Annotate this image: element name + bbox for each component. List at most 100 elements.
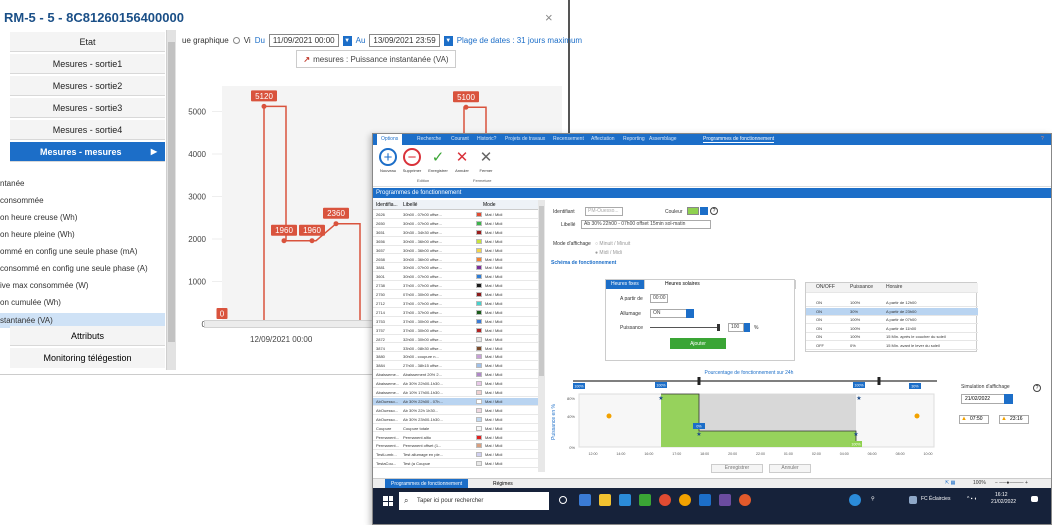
app-icon[interactable]: [849, 494, 861, 506]
attributs-button[interactable]: Attributs: [10, 326, 165, 346]
mode-option-radio[interactable]: ○ Minuit / Minuit: [595, 241, 630, 247]
table-row[interactable]: Abaisseme... Abaissement 20% 2... Mat / Mi…: [373, 371, 545, 380]
grid-scrollbar[interactable]: [538, 200, 545, 472]
date-to-input[interactable]: 13/09/2021 23:59: [369, 34, 440, 47]
table-row[interactable]: 3601 30h00 - 07h00 offse... Mat / Midi: [373, 273, 545, 282]
table-row[interactable]: 3753 37h00 - 30h00 offse... Mat / Midi: [373, 318, 545, 326]
table-column-header[interactable]: Horaire: [886, 284, 902, 290]
chart-legend[interactable]: ↗ mesures : Puissance instantanée (VA): [296, 50, 456, 68]
star-icon[interactable]: ★: [856, 395, 861, 402]
ribbon-tab[interactable]: Reporting: [623, 136, 645, 142]
measure-item[interactable]: on heure pleine (Wh): [0, 230, 75, 239]
ribbon-tab[interactable]: Projets de travaux: [505, 136, 545, 142]
grid-column-header[interactable]: Mode: [483, 202, 496, 208]
table-row[interactable]: Abaisseme... Ab 10% 17h00-1h30... Mat / Mi…: [373, 389, 545, 397]
calendar-dropdown-icon[interactable]: [1004, 394, 1013, 404]
enregistrer-button[interactable]: ✓ Enregistrer: [427, 148, 449, 174]
table-row[interactable]: Abaisseme... Ab 30% 22h00-1h30... Mat / Mi…: [373, 380, 545, 388]
table-row[interactable]: AbOuesso... Ab 30% 22h00 - 07h... Mat / Mi…: [373, 397, 545, 406]
tab-heures-solaires[interactable]: Heures solaires: [660, 280, 796, 289]
app-icon[interactable]: [679, 494, 691, 506]
status-icons[interactable]: ⇱ ▦: [945, 480, 955, 486]
close-icon[interactable]: ×: [545, 10, 553, 25]
slider-handle[interactable]: [697, 377, 701, 385]
table-row[interactable]: 3657 30h00 - 36h00 offse... Mat / Midi: [373, 247, 545, 255]
slider-handle[interactable]: [717, 324, 720, 331]
weather-icon[interactable]: [909, 496, 917, 504]
menu-sortie2-button[interactable]: Mesures - sortie2: [10, 76, 165, 96]
ribbon-tab[interactable]: Courant: [451, 136, 469, 142]
simulation-date-input[interactable]: 21/02/2022: [961, 394, 1013, 404]
chevron-down-icon[interactable]: [686, 309, 694, 318]
table-row[interactable]: 3757 37h00 - 30h00 offse... Mat / Midi: [373, 327, 545, 335]
calendar-dropdown-icon[interactable]: ▼: [443, 35, 453, 46]
windows-start-icon[interactable]: [383, 496, 393, 506]
slider-handle[interactable]: [877, 377, 881, 385]
app-icon[interactable]: [719, 494, 731, 506]
scrollbar-thumb[interactable]: [539, 206, 544, 376]
apartir-input[interactable]: 00:00: [650, 294, 668, 303]
taskbar-search[interactable]: ⌕ Taper ici pour rechercher: [399, 492, 549, 510]
table-row[interactable]: 2714 37h00 - 37h00 offse... Mat / Midi: [373, 309, 545, 317]
radio-icon[interactable]: [232, 37, 240, 44]
color-swatch[interactable]: [687, 207, 699, 215]
help-icon[interactable]: ?: [710, 207, 718, 215]
mode-option-radio-selected[interactable]: ● Midi / Midi: [595, 250, 622, 256]
table-row[interactable]: Permanent... Permanent allto Mat / Midi: [373, 434, 545, 442]
help-icon[interactable]: ?: [1041, 136, 1044, 142]
nouveau-button[interactable]: + Nouveau: [377, 148, 399, 173]
libelle-input[interactable]: Ab 30% 22h00 - 07h00 offset 15min sol-ma…: [581, 220, 711, 229]
table-row[interactable]: ON 100% 15 Min. après le coucher du soleil: [806, 333, 978, 342]
table-row[interactable]: 3880 30h00 - coupure n... Mat / Midi: [373, 353, 545, 362]
table-row[interactable]: TestaCou... Test (a Coupue Mat / Midi: [373, 460, 545, 469]
app-icon[interactable]: [639, 494, 651, 506]
color-dropdown-icon[interactable]: [700, 207, 708, 215]
table-row[interactable]: AbOuesso... Ab 30% 22h 1h30... Mat / Midi: [373, 407, 545, 415]
table-row[interactable]: 3881 30h00 - 07h00 offse... Mat / Midi: [373, 264, 545, 273]
ribbon-tab[interactable]: Assemblage: [649, 136, 677, 142]
date-from-input[interactable]: 11/09/2021 00:00: [268, 34, 339, 47]
table-row[interactable]: ON 30% A partir de 23h00: [806, 307, 978, 316]
table-row[interactable]: 3874 33h00 - 08h30 offse... Mat / Midi: [373, 345, 545, 353]
puissance-input[interactable]: 100: [728, 323, 744, 332]
measure-item[interactable]: ommé en config une seule phase (mA): [0, 247, 137, 256]
table-row[interactable]: 2658 30h00 - 36h00 offse... Mat / Midi: [373, 256, 545, 264]
app-icon[interactable]: [699, 494, 711, 506]
menu-sortie3-button[interactable]: Mesures - sortie3: [10, 98, 165, 118]
table-row[interactable]: 3656 30h00 - 36h00 offse... Mat / Midi: [373, 238, 545, 246]
task-view-icon[interactable]: [559, 496, 567, 504]
ribbon-tab[interactable]: Historic?: [477, 136, 496, 142]
allumage-select[interactable]: ON: [650, 309, 690, 318]
measure-item[interactable]: on heure creuse (Wh): [0, 213, 77, 222]
table-row[interactable]: 2712 37h00 - 07h00 offse... Mat / Midi: [373, 300, 545, 308]
notification-icon[interactable]: [1031, 496, 1038, 502]
puissance-slider[interactable]: [650, 324, 720, 331]
side-scrollbar[interactable]: [166, 30, 176, 370]
table-row[interactable]: 2650 30h00 - 07h00 offse... Mat / Midi: [373, 220, 545, 228]
menu-sortie4-button[interactable]: Mesures - sortie4: [10, 120, 165, 140]
zoom-slider[interactable]: − ──●──── +: [995, 480, 1028, 486]
table-row[interactable]: 2626 30h00 - 07h00 offse... Mat / Midi: [373, 211, 545, 219]
help-icon[interactable]: ?: [1033, 384, 1041, 392]
ajouter-button[interactable]: Ajouter: [670, 338, 726, 349]
table-row[interactable]: ON 100% A partir de 12h00: [806, 299, 978, 307]
star-icon[interactable]: ★: [696, 431, 701, 438]
table-row[interactable]: 2872 32h00 - 30h00 offse... Mat / Midi: [373, 336, 545, 344]
app-icon[interactable]: [659, 494, 671, 506]
table-row[interactable]: ON 100% A partir de 11h00: [806, 325, 978, 333]
table-row[interactable]: Permanent... Permanent offset (1... Mat / …: [373, 442, 545, 451]
table-row[interactable]: AbOuesso... Ab 30% 23h00-1h30... Mat / Mid…: [373, 416, 545, 424]
measure-item[interactable]: consommée: [0, 196, 44, 205]
monitoring-button[interactable]: Monitoring télégestion: [10, 348, 165, 368]
table-row[interactable]: OFF 0% 15 Min. avant le lever du soleil: [806, 342, 978, 350]
table-row[interactable]: 3651 30h30 - 34h30 offse... Mat / Midi: [373, 229, 545, 237]
tab-heures-fixes[interactable]: Heures fixes: [606, 280, 645, 289]
app-icon[interactable]: [579, 494, 591, 506]
menu-etat-button[interactable]: Etat: [10, 32, 165, 52]
star-icon[interactable]: ★: [853, 431, 858, 438]
ribbon-tab[interactable]: Options: [377, 134, 403, 145]
menu-mesures-button[interactable]: Mesures - mesures ▶: [10, 142, 165, 162]
menu-sortie1-button[interactable]: Mesures - sortie1: [10, 54, 165, 74]
fermer-button[interactable]: ✕ Fermer: [475, 148, 497, 174]
identifiant-input[interactable]: PM-Ouesso...: [585, 207, 623, 216]
